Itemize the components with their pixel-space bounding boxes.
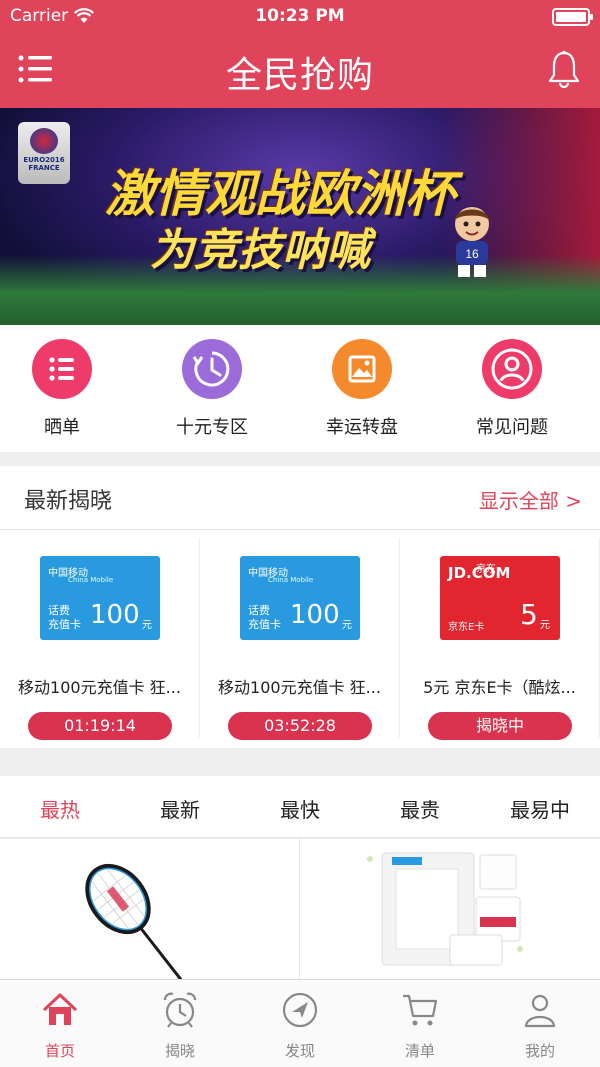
card-value: 100 bbox=[290, 600, 340, 630]
clock: 10:23 PM bbox=[255, 6, 345, 26]
clock-icon bbox=[182, 339, 242, 399]
nav-item-home[interactable]: 首页 bbox=[0, 990, 120, 1061]
badminton-racket-image bbox=[85, 863, 187, 979]
card-value: 100 bbox=[90, 600, 140, 630]
alarm-clock-icon bbox=[160, 990, 200, 1030]
quick-link-label: 常见问题 bbox=[476, 417, 548, 438]
reveal-status-badge[interactable]: 揭晓中 bbox=[428, 712, 572, 740]
jd-gift-card-image: JD.COM 京东 京东E卡 5 元 bbox=[440, 556, 560, 640]
nav-item-person[interactable]: 我的 bbox=[480, 990, 600, 1061]
quick-link-label: 晒单 bbox=[44, 417, 80, 438]
person-icon bbox=[520, 990, 560, 1030]
card-line1: 京东E卡 bbox=[448, 622, 485, 633]
bell-icon[interactable] bbox=[548, 50, 580, 88]
latest-item-card[interactable]: 中国移动 China Mobile 话费 充值卡 100 元移动100元充值卡 狂... 0… bbox=[200, 538, 400, 740]
tab-2[interactable]: 最快 bbox=[240, 794, 360, 823]
product-card[interactable] bbox=[0, 839, 300, 979]
quick-link-label: 幸运转盘 bbox=[326, 417, 398, 438]
section-title: 最新揭晓 bbox=[24, 489, 113, 514]
reveal-status-badge[interactable]: 01:19:14 bbox=[28, 712, 172, 740]
tab-1[interactable]: 最新 bbox=[120, 794, 240, 823]
compass-icon bbox=[280, 990, 320, 1030]
cart-icon bbox=[400, 990, 440, 1030]
mobile-topup-card-image: 中国移动 China Mobile 话费 充值卡 100 元 bbox=[40, 556, 160, 640]
product-grid bbox=[0, 839, 600, 979]
latest-item-title: 移动100元充值卡 狂... bbox=[18, 678, 181, 697]
card-unit: 元 bbox=[142, 620, 152, 631]
latest-item-card[interactable]: 中国移动 China Mobile 话费 充值卡 100 元移动100元充值卡 狂... 0… bbox=[0, 538, 200, 740]
quick-link-list[interactable]: 晒单 bbox=[2, 339, 122, 439]
user-icon bbox=[482, 339, 542, 399]
card-brand-en: China Mobile bbox=[68, 576, 114, 584]
card-line2: 充值卡 bbox=[48, 618, 81, 631]
mobile-topup-card-image: 中国移动 China Mobile 话费 充值卡 100 元 bbox=[240, 556, 360, 640]
product-card[interactable] bbox=[300, 839, 600, 979]
tab-bar: 首页 揭晓 发现 清单 我的 bbox=[0, 979, 600, 1067]
tab-4[interactable]: 最易中 bbox=[480, 794, 600, 823]
card-brand-en: 京东 bbox=[476, 564, 496, 575]
latest-item-title: 移动100元充值卡 狂... bbox=[218, 678, 381, 697]
quick-link-label: 十元专区 bbox=[176, 417, 248, 438]
latest-header: 最新揭晓 显示全部 > bbox=[0, 466, 600, 530]
nav-label: 清单 bbox=[404, 1042, 435, 1060]
nav-item-compass[interactable]: 发现 bbox=[240, 990, 360, 1061]
card-line2: 充值卡 bbox=[248, 618, 281, 631]
latest-section: 最新揭晓 显示全部 > 中国移动 China Mobile 话费 充值卡 100 元移动1… bbox=[0, 466, 600, 748]
nav-bar: 全民抢购 bbox=[0, 34, 600, 108]
show-all-link[interactable]: 显示全部 > bbox=[479, 485, 582, 514]
tab-0[interactable]: 最热 bbox=[0, 794, 120, 823]
card-brand-en: China Mobile bbox=[268, 576, 314, 584]
mascot-illustration: 16 bbox=[455, 207, 489, 277]
nav-label: 首页 bbox=[44, 1042, 75, 1060]
nav-label: 我的 bbox=[524, 1042, 555, 1060]
status-bar: Carrier 10:23 PM bbox=[0, 0, 600, 34]
battery-level bbox=[556, 12, 586, 22]
quick-link-image[interactable]: 幸运转盘 bbox=[302, 339, 422, 439]
app-header: Carrier 10:23 PM 全民抢购 bbox=[0, 0, 600, 108]
card-value: 5 bbox=[520, 598, 538, 631]
nav-item-cart[interactable]: 清单 bbox=[360, 990, 480, 1061]
latest-item-card[interactable]: JD.COM 京东 京东E卡 5 元 5元 京东E卡（酷炫... 揭晓中 bbox=[400, 538, 600, 740]
latest-item-title: 5元 京东E卡（酷炫... bbox=[423, 678, 576, 697]
card-unit: 元 bbox=[342, 620, 352, 631]
nav-label: 揭晓 bbox=[164, 1042, 195, 1060]
quick-link-user[interactable]: 常见问题 bbox=[452, 339, 572, 439]
tissue-pack-image bbox=[367, 852, 523, 966]
tab-3[interactable]: 最贵 bbox=[360, 794, 480, 823]
card-unit: 元 bbox=[540, 620, 550, 631]
latest-list: 中国移动 China Mobile 话费 充值卡 100 元移动100元充值卡 狂... 0… bbox=[0, 538, 600, 740]
page-title: 全民抢购 bbox=[225, 55, 374, 96]
banner-subheadline: 为竞技呐喊 bbox=[150, 225, 370, 276]
quick-link-clock[interactable]: 十元专区 bbox=[152, 339, 272, 439]
quick-links: 晒单 十元专区 幸运转盘 常见问题 bbox=[0, 325, 600, 452]
image-icon bbox=[332, 339, 392, 399]
reveal-status-badge[interactable]: 03:52:28 bbox=[228, 712, 372, 740]
promo-banner[interactable]: EURO2016 FRANCE 激情观战欧洲杯 为竞技呐喊 16 bbox=[0, 108, 600, 325]
nav-item-alarm-clock[interactable]: 揭晓 bbox=[120, 990, 240, 1061]
sort-tabs: 最热 最新 最快 最贵 最易中 bbox=[0, 776, 600, 838]
nav-label: 发现 bbox=[284, 1042, 315, 1060]
list-icon bbox=[32, 339, 92, 399]
home-icon bbox=[40, 990, 80, 1030]
battery-icon bbox=[552, 8, 593, 26]
svg-text:16: 16 bbox=[465, 247, 479, 261]
